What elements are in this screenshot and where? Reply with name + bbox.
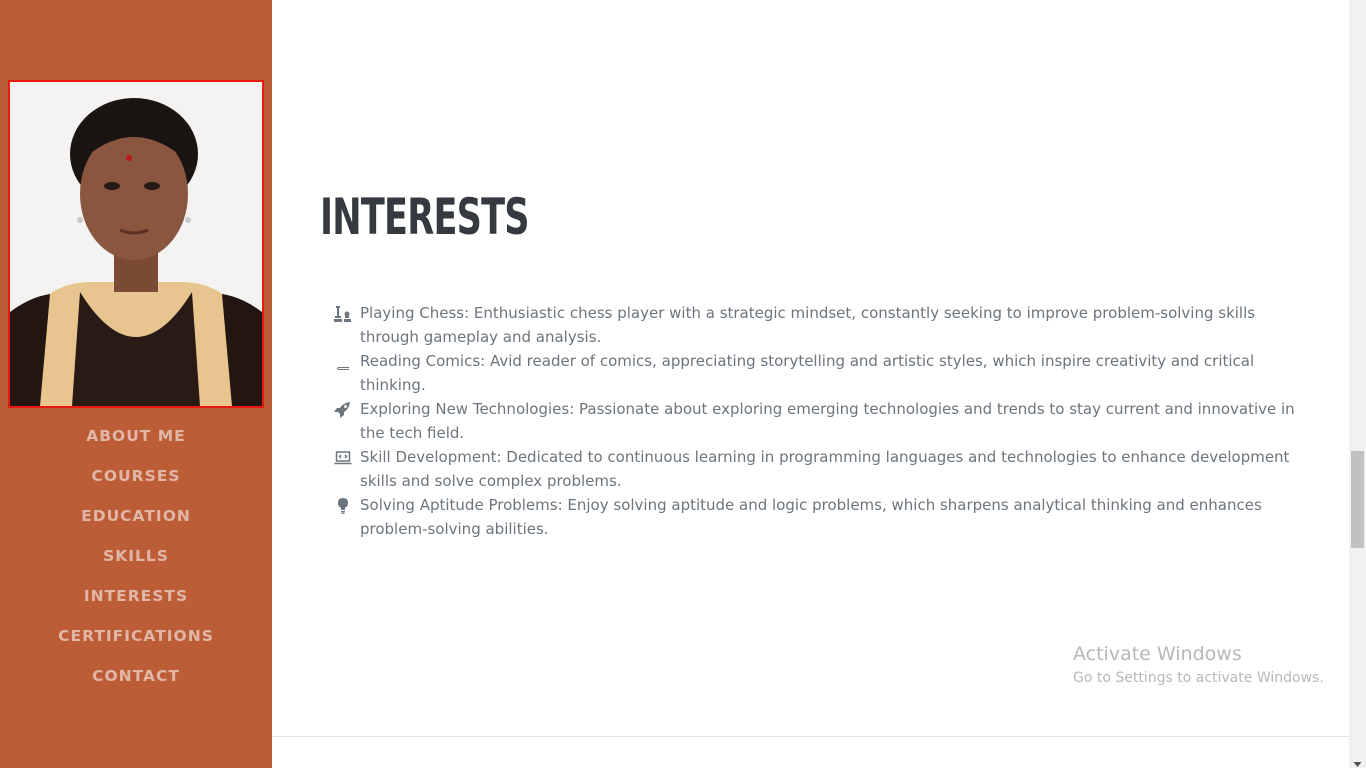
list-item: Playing Chess: Enthusiastic chess player… (330, 301, 1305, 349)
rocket-icon (334, 401, 352, 418)
profile-photo (8, 80, 264, 408)
laptop-code-icon (334, 449, 352, 465)
list-item: Reading Comics: Avid reader of comics, a… (330, 349, 1305, 397)
list-item: Exploring New Technologies: Passionate a… (330, 397, 1305, 445)
nav-item-contact[interactable]: CONTACT (0, 656, 272, 696)
nav-item-about-me[interactable]: ABOUT ME (0, 416, 272, 456)
vertical-scrollbar[interactable] (1349, 0, 1366, 768)
scrollbar-thumb[interactable] (1351, 451, 1364, 548)
list-item: Solving Aptitude Problems: Enjoy solving… (330, 493, 1305, 541)
nav-menu: ABOUT ME COURSES EDUCATION SKILLS INTERE… (0, 416, 272, 696)
nav-item-certifications[interactable]: CERTIFICATIONS (0, 616, 272, 656)
book-icon (334, 353, 352, 370)
nav-item-skills[interactable]: SKILLS (0, 536, 272, 576)
interest-text: Skill Development: Dedicated to continuo… (360, 448, 1290, 490)
nav-item-courses[interactable]: COURSES (0, 456, 272, 496)
interest-text: Exploring New Technologies: Passionate a… (360, 400, 1295, 442)
section-divider (272, 736, 1349, 737)
sidebar: ABOUT ME COURSES EDUCATION SKILLS INTERE… (0, 0, 272, 768)
section-title: INTERESTS (320, 188, 530, 246)
chess-icon (334, 305, 352, 322)
scroll-down-arrow-icon[interactable] (1353, 754, 1362, 767)
interest-text: Playing Chess: Enthusiastic chess player… (360, 304, 1256, 346)
lightbulb-icon (334, 497, 352, 514)
list-item: Skill Development: Dedicated to continuo… (330, 445, 1305, 493)
activate-windows-watermark: Activate Windows Go to Settings to activ… (1073, 642, 1324, 688)
interests-list: Playing Chess: Enthusiastic chess player… (330, 301, 1305, 541)
profile-photo-image (10, 82, 262, 406)
interest-text: Solving Aptitude Problems: Enjoy solving… (360, 496, 1262, 538)
nav-item-interests[interactable]: INTERESTS (0, 576, 272, 616)
watermark-title: Activate Windows (1073, 643, 1242, 665)
interest-text: Reading Comics: Avid reader of comics, a… (360, 352, 1255, 394)
watermark-subtitle: Go to Settings to activate Windows. (1073, 670, 1324, 686)
nav-item-education[interactable]: EDUCATION (0, 496, 272, 536)
